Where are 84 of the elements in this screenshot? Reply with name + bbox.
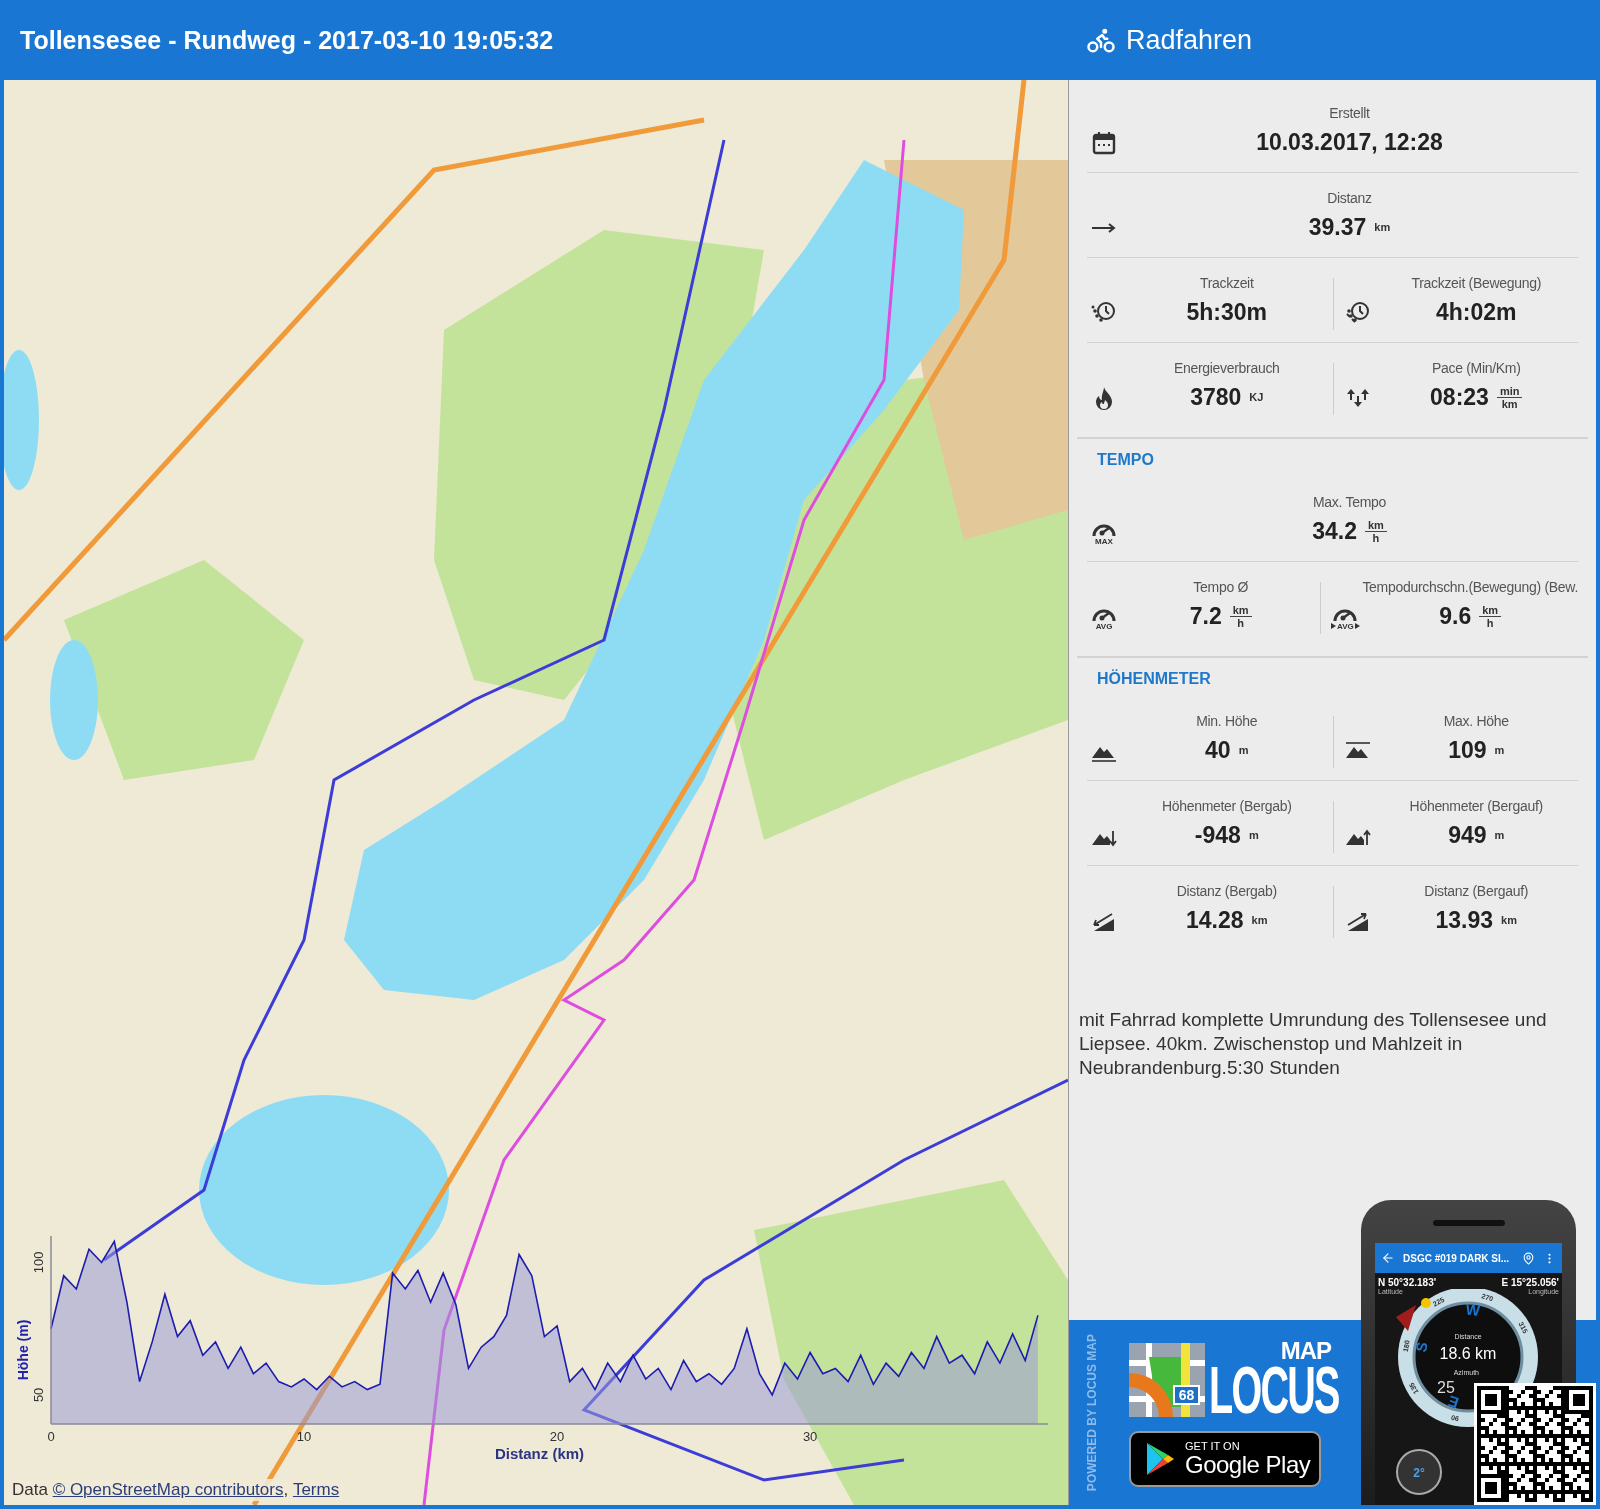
stat-label: Energieverbrauch (1173, 359, 1280, 376)
tick-label: 10 (296, 1429, 312, 1444)
play-store-icon (1145, 1441, 1175, 1476)
unit-label: km (1479, 603, 1502, 617)
unit-label: KJ (1249, 391, 1264, 403)
stat-value: 14.28 (1186, 906, 1244, 934)
unit-label: h (1372, 531, 1380, 544)
unit-label: km (1229, 603, 1252, 617)
section-heading: HÖHENMETER (1096, 668, 1212, 689)
section-heading: TEMPO (1096, 450, 1155, 470)
cardinal-label: W (1465, 1300, 1481, 1319)
stat-label: Max. Höhe (1443, 712, 1509, 729)
stat-label: Erstellt (1329, 104, 1370, 121)
window-title: Tollensesee - Rundweg - 2017-03-10 19:05:32 (20, 25, 554, 55)
stat-label: Max. Tempo (1313, 493, 1386, 510)
stat-label: Trackzeit (Bewegung) (1411, 274, 1542, 291)
unit-label: m (1494, 744, 1505, 756)
stat-value: 08:23 (1430, 383, 1489, 411)
stat-label: Min. Höhe (1196, 712, 1258, 729)
unit-label: m (1238, 744, 1249, 756)
stat-label: Distanz (1327, 189, 1372, 206)
stat-value: 949 (1448, 821, 1487, 849)
unit-label: km (1374, 221, 1391, 233)
activity-label: Radfahren (1126, 24, 1253, 56)
stat-value: 10.03.2017, 12:28 (1256, 128, 1443, 156)
stat-value: -948 (1194, 821, 1241, 849)
unit-label: m (1248, 829, 1259, 841)
track-description: mit Fahrrad komplette Umrundung des Tollensesee und Liepsee. 40km. Zwischenstop und Mahlzeit in Neubrandenburg.5:30 Stunden (1079, 1008, 1548, 1080)
unit-label: km (1364, 518, 1387, 532)
unit-label: km (1501, 397, 1518, 410)
powered-by-text: POWERED BY LOCUS MAP (1085, 1333, 1099, 1492)
calendar-icon (1091, 130, 1117, 156)
unit-label: m (1494, 829, 1505, 841)
cardinal-label: S (1412, 1340, 1431, 1354)
google-play-badge[interactable]: GET IT ON Google Play (1129, 1430, 1321, 1487)
unit-label: h (1486, 616, 1494, 629)
unit-label: km (1501, 914, 1517, 926)
stat-value: 5h:30m (1186, 298, 1267, 326)
road-number: 68 (1178, 1386, 1195, 1403)
tick-label: 100 (31, 1251, 46, 1274)
back-icon (1381, 1251, 1395, 1265)
stat-value: 7.2 (1189, 602, 1222, 630)
stat-label: Höhenmeter (Bergauf) (1409, 797, 1543, 814)
logo-wordmark: LOCUS (1209, 1362, 1339, 1417)
openstreetmap-link[interactable]: © OpenStreetMap contributors (52, 1480, 284, 1500)
tick-label: 50 (31, 1387, 46, 1403)
terms-link[interactable]: Terms (292, 1480, 340, 1500)
stat-label: Tempodurchschn.(Bewegung) (Bew. (1362, 578, 1578, 595)
icon-label: MAX (1095, 536, 1113, 546)
distance-value: 18.6 km (1439, 1345, 1497, 1362)
app-bar-title: DSGC #019 DARK SI... (1403, 1252, 1511, 1264)
pin-icon (1522, 1251, 1535, 1265)
tick-label: 20 (549, 1429, 565, 1444)
unit-label: h (1237, 616, 1245, 629)
tick-label: 0 (47, 1429, 55, 1444)
axis-title: Höhe (m) (15, 1319, 31, 1381)
stat-value: 34.2 (1312, 517, 1357, 545)
stat-label: Trackzeit (1199, 274, 1254, 291)
stat-value: 39.37 (1308, 213, 1367, 241)
longitude-value: E 15°25.056' (1501, 1277, 1559, 1288)
stat-value: 109 (1448, 736, 1487, 764)
icon-label: AVG (1095, 621, 1113, 631)
attribution-text: , (283, 1480, 290, 1500)
stat-label: Tempo Ø (1193, 578, 1249, 595)
attribution-text: Data (12, 1480, 49, 1500)
unit-label: min (1496, 384, 1523, 398)
stat-label: Höhenmeter (Bergab) (1161, 797, 1292, 814)
stat-value: 9.6 (1439, 602, 1472, 630)
icon-label: AVG (1337, 621, 1354, 631)
arrow-icon (1331, 623, 1336, 629)
stat-label: Distanz (Bergab) (1176, 882, 1277, 899)
stat-value: 3780 (1190, 383, 1242, 411)
arrow-icon (1354, 623, 1360, 629)
axis-title: Distanz (km) (494, 1445, 585, 1462)
latitude-value: N 50°32.183' (1378, 1277, 1437, 1288)
logo-subtitle: MAP (1280, 1338, 1331, 1363)
stat-value: 4h:02m (1435, 298, 1517, 326)
stat-value: 13.93 (1435, 906, 1494, 934)
level-reading: 2° (1413, 1466, 1425, 1480)
stat-label: Pace (Min/Km) (1431, 359, 1521, 376)
tick-label: 30 (802, 1429, 818, 1444)
stat-label: Distanz (Bergauf) (1424, 882, 1529, 899)
stat-value: 40 (1205, 736, 1231, 764)
unit-label: km (1251, 914, 1268, 926)
